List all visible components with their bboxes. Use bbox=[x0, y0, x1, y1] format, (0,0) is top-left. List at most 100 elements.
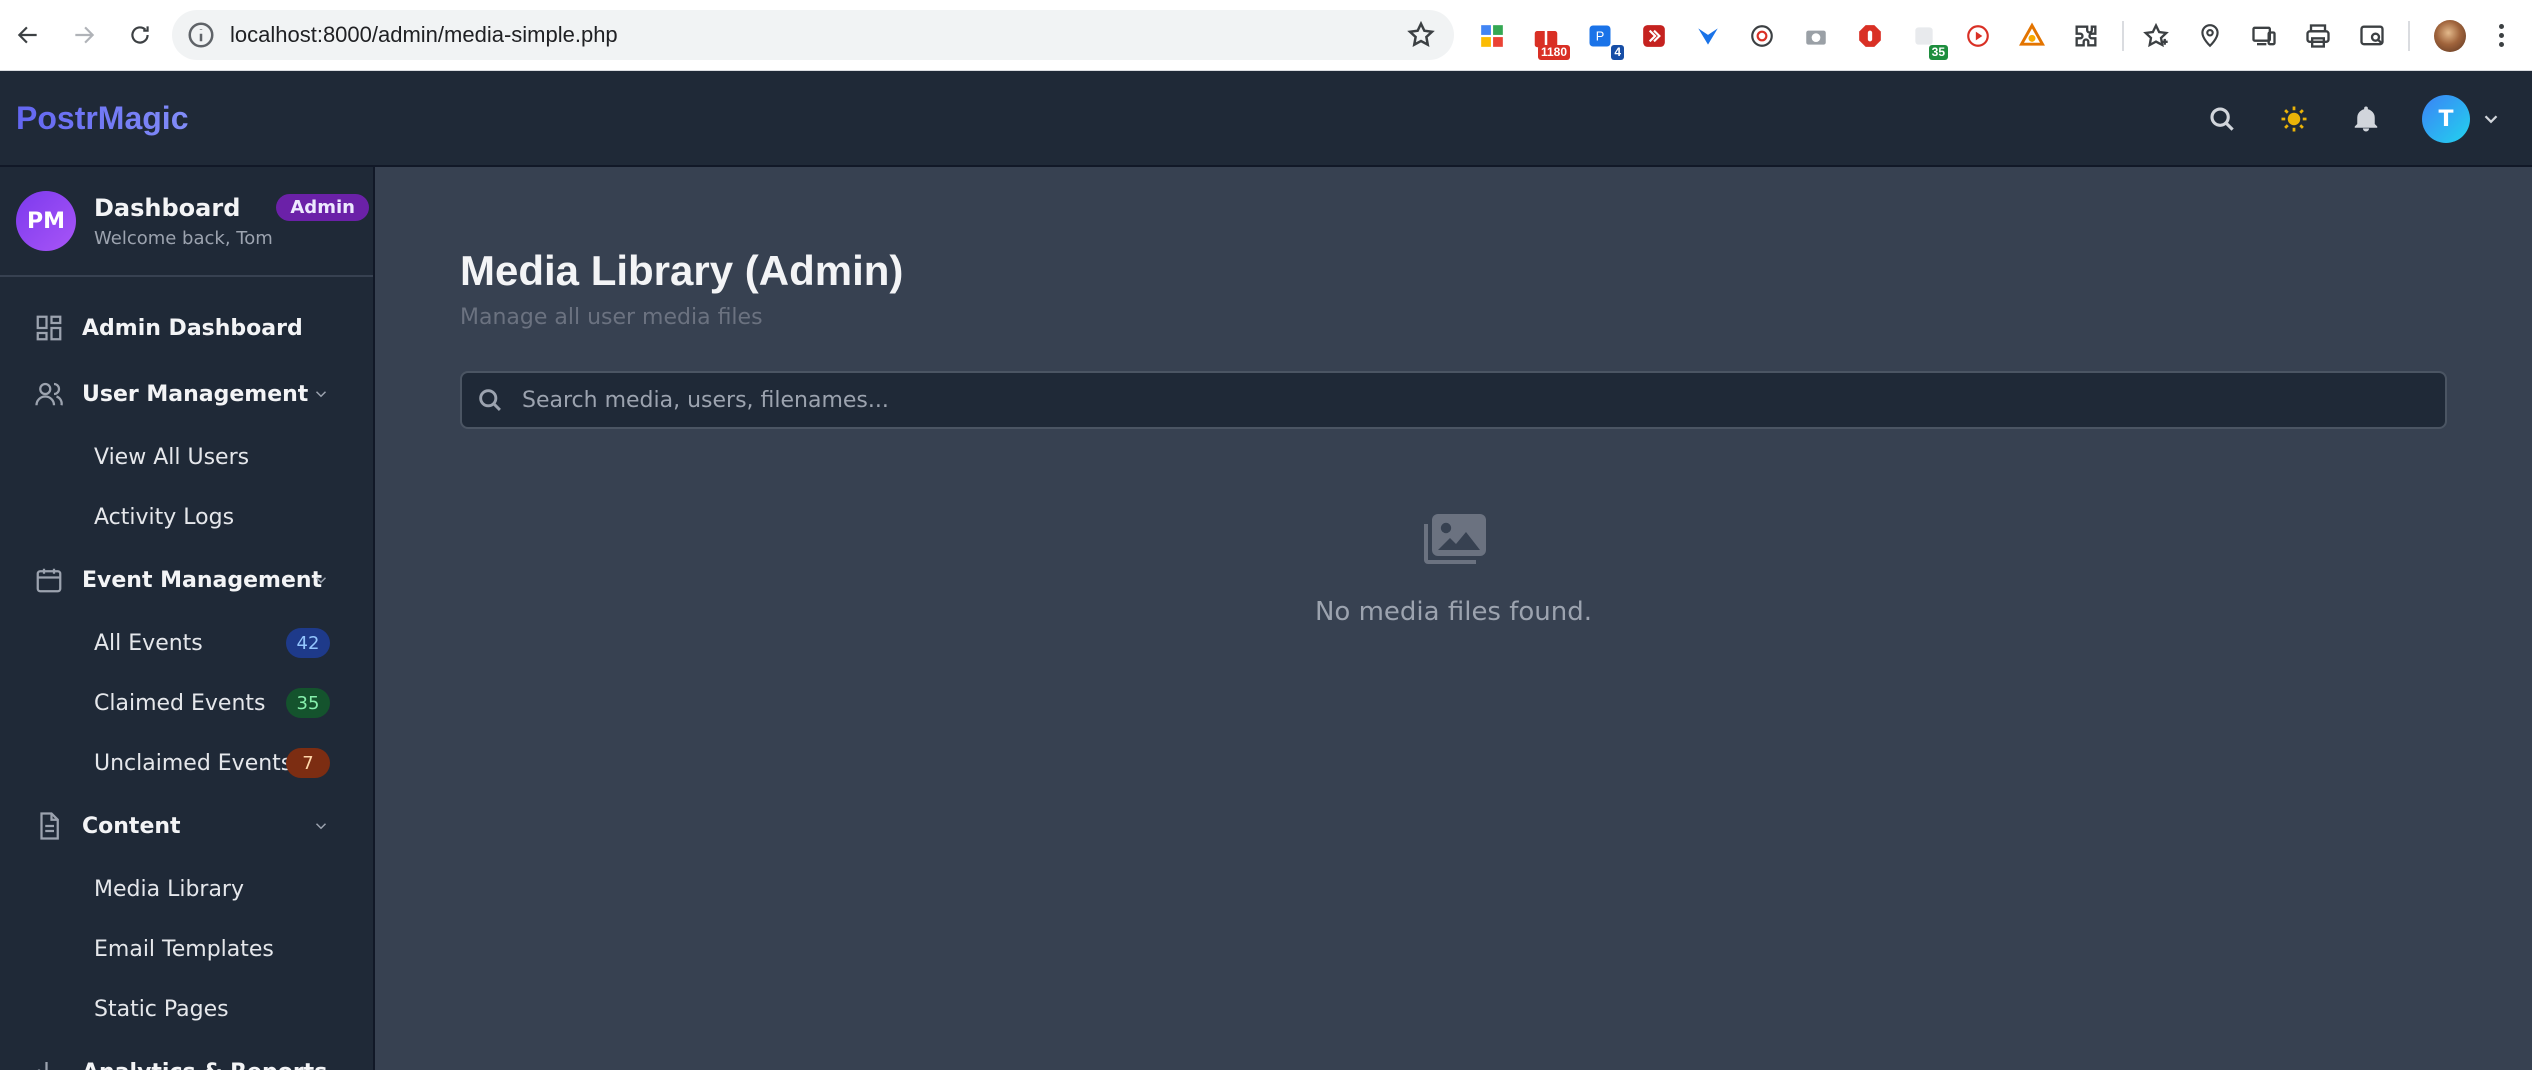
sidebar-item-user-management[interactable]: User Management bbox=[0, 361, 373, 427]
stop-shield-icon[interactable] bbox=[1852, 18, 1888, 54]
toolbar-divider bbox=[2122, 20, 2124, 51]
app-header: PostrMagic T bbox=[0, 71, 2532, 167]
sidebar-nav: Admin Dashboard User Management View All… bbox=[0, 277, 373, 1070]
user-menu[interactable]: T bbox=[2422, 95, 2502, 143]
sidebar-subitem-label: Claimed Events bbox=[94, 690, 266, 716]
puzzle-icon[interactable] bbox=[2068, 18, 2104, 54]
theme-toggle-sun-icon[interactable] bbox=[2278, 103, 2310, 135]
page-search-icon[interactable] bbox=[2354, 18, 2390, 54]
tab-count-icon[interactable]: P 4 bbox=[1582, 18, 1624, 60]
grid-apps-icon[interactable] bbox=[1474, 18, 1510, 54]
toolbar-divider-2 bbox=[2408, 20, 2410, 51]
target-icon[interactable] bbox=[1744, 18, 1780, 54]
users-icon bbox=[35, 382, 63, 406]
media-search[interactable] bbox=[460, 371, 2447, 429]
sidebar-item-email-templates[interactable]: Email Templates bbox=[0, 919, 373, 979]
profile-text: Dashboard Admin Welcome back, Tom bbox=[94, 194, 369, 249]
images-icon bbox=[1424, 514, 1486, 564]
chevron-down-icon[interactable] bbox=[312, 571, 330, 589]
sidebar-item-label: User Management bbox=[82, 381, 309, 407]
sidebar-subitem-label: Activity Logs bbox=[94, 504, 235, 530]
url-text[interactable]: localhost:8000/admin/media-simple.php bbox=[230, 22, 618, 48]
search-icon[interactable] bbox=[2206, 103, 2238, 135]
site-info-icon[interactable] bbox=[186, 20, 216, 50]
browser-menu-icon[interactable] bbox=[2486, 18, 2516, 54]
claimed-events-count-badge: 35 bbox=[286, 688, 330, 718]
sidebar-item-label: Analytics & Reports bbox=[82, 1060, 327, 1070]
dashboard-title: Dashboard bbox=[94, 193, 241, 222]
address-bar[interactable]: localhost:8000/admin/media-simple.php bbox=[172, 10, 1454, 60]
header-actions: T bbox=[2206, 71, 2502, 167]
document-icon bbox=[40, 812, 59, 840]
chart-icon bbox=[37, 1062, 48, 1070]
forward-red-icon[interactable] bbox=[1636, 18, 1672, 54]
sidebar-item-content[interactable]: Content bbox=[0, 793, 373, 859]
sidebar-item-unclaimed-events[interactable]: Unclaimed Events 7 bbox=[0, 733, 373, 793]
sidebar-item-all-events[interactable]: All Events 42 bbox=[0, 613, 373, 673]
arrow-right-icon bbox=[75, 26, 95, 44]
welcome-text: Welcome back, Tom bbox=[94, 227, 273, 249]
all-events-count-badge: 42 bbox=[286, 628, 330, 658]
admin-role-badge: Admin bbox=[276, 194, 369, 221]
bird-logo-icon[interactable] bbox=[1690, 18, 1726, 54]
arrow-left-icon bbox=[17, 26, 37, 44]
brand-logo[interactable]: PostrMagic bbox=[16, 100, 188, 137]
bookmark-star-icon[interactable] bbox=[1406, 20, 1436, 50]
gift-icon[interactable]: 1180 bbox=[1528, 18, 1570, 60]
sidebar-item-media-library[interactable]: Media Library bbox=[0, 859, 373, 919]
dashboard-grid-icon bbox=[36, 315, 62, 341]
sidebar-subitem-label: View All Users bbox=[94, 444, 250, 470]
browser-toolbar: localhost:8000/admin/media-simple.php 11… bbox=[0, 0, 2532, 71]
search-icon bbox=[479, 389, 501, 411]
location-pin-icon[interactable] bbox=[2192, 18, 2228, 54]
reload-icon bbox=[131, 26, 149, 44]
forward-button[interactable] bbox=[56, 7, 112, 63]
chevron-down-icon[interactable] bbox=[312, 385, 330, 403]
calendar-icon bbox=[36, 568, 62, 593]
sidebar-profile: PM Dashboard Admin Welcome back, Tom bbox=[0, 167, 373, 277]
sidebar-item-view-all-users[interactable]: View All Users bbox=[0, 427, 373, 487]
sidebar-item-label: Event Management bbox=[82, 567, 323, 593]
triangle-logo-icon[interactable] bbox=[2014, 18, 2050, 54]
page-title: Media Library (Admin) bbox=[460, 247, 904, 294]
sidebar-subitem-label: Media Library bbox=[94, 876, 244, 902]
play-circle-icon[interactable] bbox=[1960, 18, 1996, 54]
gift-badge: 1180 bbox=[1537, 44, 1570, 60]
green-counter-badge: 35 bbox=[1928, 44, 1948, 60]
sidebar-item-analytics-reports[interactable]: Analytics & Reports bbox=[0, 1039, 373, 1070]
sidebar-item-claimed-events[interactable]: Claimed Events 35 bbox=[0, 673, 373, 733]
sidebar-item-activity-logs[interactable]: Activity Logs bbox=[0, 487, 373, 547]
reload-button[interactable] bbox=[112, 7, 168, 63]
bookmarks-star-icon[interactable] bbox=[2138, 18, 2174, 54]
print-icon[interactable] bbox=[2300, 18, 2336, 54]
sidebar: PM Dashboard Admin Welcome back, Tom Adm… bbox=[0, 167, 375, 1070]
sidebar-item-label: Admin Dashboard bbox=[82, 315, 303, 341]
extensions-bar: 1180 P 4 35 bbox=[1474, 0, 2516, 71]
sidebar-item-label: Content bbox=[82, 813, 181, 839]
sidebar-item-admin-dashboard[interactable]: Admin Dashboard bbox=[0, 295, 373, 361]
main-content: Media Library (Admin) Manage all user me… bbox=[375, 167, 2532, 1070]
media-search-input[interactable] bbox=[522, 387, 2445, 413]
chevron-down-icon[interactable] bbox=[312, 817, 330, 835]
browser-profile-avatar[interactable] bbox=[2434, 19, 2466, 52]
chevron-down-icon[interactable] bbox=[2480, 108, 2502, 130]
profile-title-row: Dashboard Admin bbox=[94, 194, 369, 222]
back-button[interactable] bbox=[0, 7, 56, 63]
notifications-bell-icon[interactable] bbox=[2350, 103, 2382, 135]
sidebar-subitem-label: Static Pages bbox=[94, 996, 229, 1022]
sidebar-item-static-pages[interactable]: Static Pages bbox=[0, 979, 373, 1039]
cast-devices-icon[interactable] bbox=[2246, 18, 2282, 54]
camera-icon[interactable] bbox=[1798, 18, 1834, 54]
user-avatar[interactable]: T bbox=[2422, 95, 2470, 143]
svg-text:P: P bbox=[1596, 28, 1605, 43]
green-counter-icon[interactable]: 35 bbox=[1906, 18, 1948, 60]
tab-count-badge: 4 bbox=[1611, 44, 1624, 60]
sidebar-subitem-label: All Events bbox=[94, 630, 203, 656]
profile-avatar: PM bbox=[16, 191, 76, 251]
sidebar-item-event-management[interactable]: Event Management bbox=[0, 547, 373, 613]
sidebar-subitem-label: Email Templates bbox=[94, 936, 274, 962]
sidebar-subitem-label: Unclaimed Events bbox=[94, 750, 293, 776]
page-subtitle: Manage all user media files bbox=[460, 305, 763, 330]
unclaimed-events-count-badge: 7 bbox=[286, 748, 330, 778]
empty-state-message: No media files found. bbox=[1314, 597, 1593, 627]
